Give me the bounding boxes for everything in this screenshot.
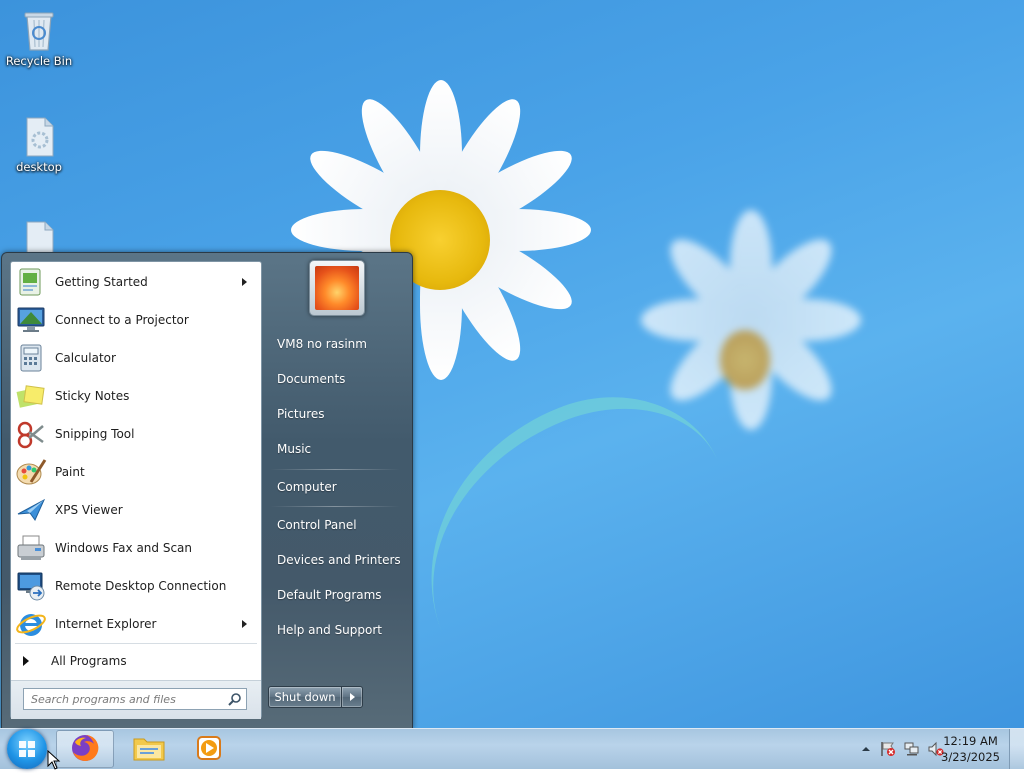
submenu-arrow-icon[interactable] (242, 278, 247, 286)
right-item-devices-printers[interactable]: Devices and Printers (268, 545, 404, 575)
taskbar-media-player[interactable] (180, 730, 238, 768)
recycle-bin-icon (19, 8, 59, 52)
shutdown-group: Shut down (268, 686, 363, 708)
sticky-notes-icon (15, 380, 47, 412)
program-connect-projector[interactable]: Connect to a Projector (13, 302, 259, 338)
desktop-icon-label: Recycle Bin (5, 54, 73, 68)
program-label: Calculator (55, 351, 116, 365)
right-item-label: VM8 no rasinm (277, 337, 367, 351)
right-item-help-support[interactable]: Help and Support (268, 615, 404, 645)
desktop-icon-desktop[interactable]: desktop (1, 114, 77, 174)
calculator-icon (15, 342, 47, 374)
snipping-tool-icon (15, 418, 47, 450)
right-item-label: Computer (277, 480, 337, 494)
taskbar-file-explorer[interactable] (120, 730, 178, 768)
user-picture[interactable] (309, 260, 365, 316)
search-icon[interactable] (228, 692, 242, 709)
start-menu-programs-pane: Getting Started Connect to a Projector C… (10, 261, 262, 719)
program-xps-viewer[interactable]: XPS Viewer (13, 492, 259, 528)
mouse-cursor-icon (47, 749, 61, 770)
program-label: Getting Started (55, 275, 148, 289)
right-item-pictures[interactable]: Pictures (268, 399, 404, 429)
right-item-label: Help and Support (277, 623, 382, 637)
program-calculator[interactable]: Calculator (13, 340, 259, 376)
clock[interactable]: 12:19 AM 3/23/2025 (941, 733, 1000, 765)
program-label: Windows Fax and Scan (55, 541, 193, 555)
action-center-flag-icon[interactable] (880, 741, 896, 757)
program-label: Sticky Notes (55, 389, 130, 403)
internet-explorer-icon (15, 608, 47, 640)
shutdown-button[interactable]: Shut down (268, 686, 341, 708)
generic-file-icon (19, 114, 59, 158)
right-item-label: Devices and Printers (277, 553, 401, 567)
paint-icon (15, 456, 47, 488)
program-label: Snipping Tool (55, 427, 135, 441)
clock-date: 3/23/2025 (941, 750, 1000, 764)
firefox-icon (69, 732, 101, 767)
remote-desktop-icon (15, 570, 47, 602)
network-icon[interactable] (904, 741, 920, 757)
program-label: Remote Desktop Connection (55, 579, 227, 593)
start-button[interactable] (1, 729, 53, 769)
right-item-label: Control Panel (277, 518, 357, 532)
right-item-music[interactable]: Music (268, 434, 404, 464)
right-item-documents[interactable]: Documents (268, 364, 404, 394)
chevron-right-icon (349, 693, 355, 701)
desktop-icon-recycle-bin[interactable]: Recycle Bin (1, 8, 77, 68)
program-snipping-tool[interactable]: Snipping Tool (13, 416, 259, 452)
clock-time: 12:19 AM (943, 734, 998, 748)
fax-scan-icon (15, 532, 47, 564)
triangle-right-icon (23, 656, 29, 666)
right-item-user[interactable]: VM8 no rasinm (268, 329, 404, 359)
show-hidden-icons-button[interactable] (858, 741, 874, 757)
separator (15, 643, 257, 644)
right-item-control-panel[interactable]: Control Panel (268, 510, 404, 540)
program-label: Internet Explorer (55, 617, 157, 631)
program-label: Connect to a Projector (55, 313, 189, 327)
xps-viewer-icon (15, 494, 47, 526)
program-label: XPS Viewer (55, 503, 123, 517)
all-programs-button[interactable]: All Programs (13, 647, 259, 675)
right-item-label: Documents (277, 372, 346, 386)
program-sticky-notes[interactable]: Sticky Notes (13, 378, 259, 414)
taskbar: 12:19 AM 3/23/2025 (0, 728, 1024, 769)
desktop-icon-label: desktop (16, 160, 62, 174)
taskbar-firefox[interactable] (56, 730, 114, 768)
media-player-icon (195, 734, 223, 765)
right-item-computer[interactable]: Computer (268, 472, 404, 502)
search-area (11, 680, 261, 719)
program-paint[interactable]: Paint (13, 454, 259, 490)
program-label: Paint (55, 465, 85, 479)
windows-logo-icon (7, 729, 47, 769)
flower-picture-icon (315, 266, 359, 310)
folder-icon (132, 733, 166, 766)
getting-started-icon (15, 266, 47, 298)
program-getting-started[interactable]: Getting Started (13, 264, 259, 300)
program-remote-desktop[interactable]: Remote Desktop Connection (13, 568, 259, 604)
right-item-default-programs[interactable]: Default Programs (268, 580, 404, 610)
program-internet-explorer[interactable]: Internet Explorer (13, 606, 259, 642)
separator (270, 469, 400, 470)
system-tray: 12:19 AM 3/23/2025 (834, 729, 1024, 769)
all-programs-label: All Programs (51, 654, 127, 668)
wallpaper-flower-blurred (641, 210, 861, 430)
submenu-arrow-icon[interactable] (242, 620, 247, 628)
projector-icon (15, 304, 47, 336)
show-desktop-button[interactable] (1009, 729, 1024, 769)
search-input[interactable] (29, 691, 229, 707)
right-item-label: Default Programs (277, 588, 382, 602)
program-fax-scan[interactable]: Windows Fax and Scan (13, 530, 259, 566)
right-item-label: Music (277, 442, 312, 456)
right-item-label: Pictures (277, 407, 325, 421)
shutdown-options-button[interactable] (341, 686, 363, 708)
separator (270, 506, 400, 507)
start-menu: Getting Started Connect to a Projector C… (1, 252, 413, 729)
search-box[interactable] (23, 688, 247, 710)
